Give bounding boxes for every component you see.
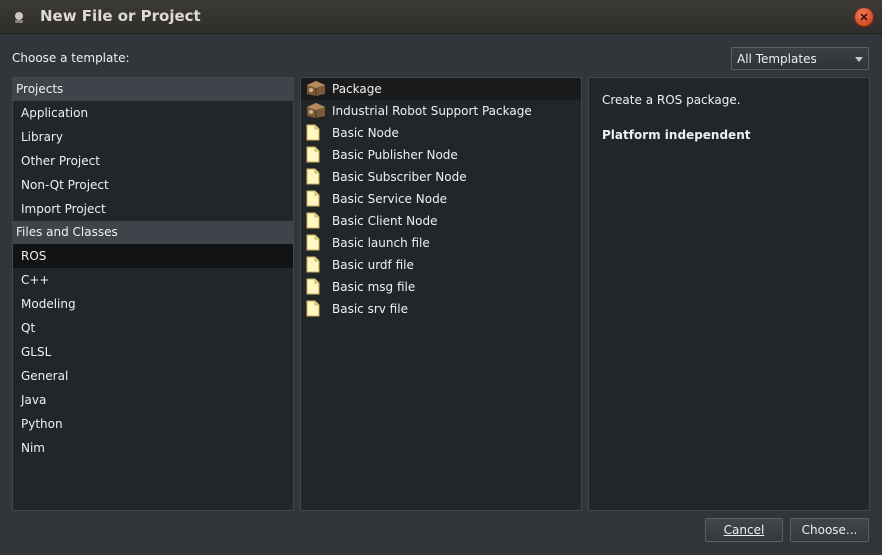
category-item[interactable]: ROS [13,244,293,268]
close-button[interactable] [855,8,873,26]
category-item[interactable]: Application [13,101,293,125]
category-item[interactable]: Import Project [13,197,293,221]
template-item-label: Industrial Robot Support Package [332,104,532,118]
category-item[interactable]: Nim [13,436,293,460]
template-item[interactable]: Basic launch file [301,232,581,254]
template-item-label: Basic urdf file [332,258,414,272]
template-item[interactable]: Basic Publisher Node [301,144,581,166]
template-item-label: Basic Publisher Node [332,148,458,162]
category-item[interactable]: General [13,364,293,388]
category-item[interactable]: Non-Qt Project [13,173,293,197]
template-item[interactable]: Basic Service Node [301,188,581,210]
template-item-label: Package [332,82,382,96]
template-description: Create a ROS package. [602,93,741,107]
template-item-label: Basic Subscriber Node [332,170,467,184]
category-list: Projects Application Library Other Project N… [12,77,294,511]
category-item[interactable]: Modeling [13,292,293,316]
template-item-label: Basic launch file [332,236,430,250]
category-item[interactable]: C++ [13,268,293,292]
template-item-label: Basic Client Node [332,214,438,228]
category-item[interactable]: GLSL [13,340,293,364]
category-item[interactable]: Java [13,388,293,412]
template-item[interactable]: Basic Node [301,122,581,144]
template-filter-value: All Templates [737,52,817,66]
category-item[interactable]: Other Project [13,149,293,173]
choose-button-label: Choose... [801,523,858,537]
category-group-header: Projects [13,78,293,101]
choose-template-label: Choose a template: [12,51,130,65]
category-item[interactable]: Qt [13,316,293,340]
template-item[interactable]: Basic Subscriber Node [301,166,581,188]
template-list: Package Industrial Robot Support Package B… [300,77,582,511]
template-item[interactable]: Basic srv file [301,298,581,320]
dialog-body: Choose a template: All Templates Project… [0,34,882,555]
category-group-header: Files and Classes [13,221,293,244]
template-item-label: Basic Node [332,126,399,140]
category-item[interactable]: Python [13,412,293,436]
file-icon [306,300,320,324]
template-item[interactable]: Basic Client Node [301,210,581,232]
close-icon [860,13,868,21]
template-item-label: Basic Service Node [332,192,448,206]
template-item[interactable]: Package [301,78,581,100]
template-details-panel: Create a ROS package. Platform independe… [588,77,870,511]
app-icon [15,12,23,23]
cancel-button[interactable]: Cancel [705,518,783,542]
choose-button[interactable]: Choose... [790,518,869,542]
template-item[interactable]: Industrial Robot Support Package [301,100,581,122]
platform-label: Platform independent [602,128,751,142]
template-item[interactable]: Basic msg file [301,276,581,298]
template-filter-dropdown[interactable]: All Templates [731,47,869,70]
category-item[interactable]: Library [13,125,293,149]
title-bar: New File or Project [0,0,882,34]
template-item[interactable]: Basic urdf file [301,254,581,276]
chevron-down-icon [855,57,863,62]
template-item-label: Basic msg file [332,280,416,294]
window-title: New File or Project [40,7,201,25]
cancel-button-label: Cancel [723,523,765,537]
template-item-label: Basic srv file [332,302,408,316]
